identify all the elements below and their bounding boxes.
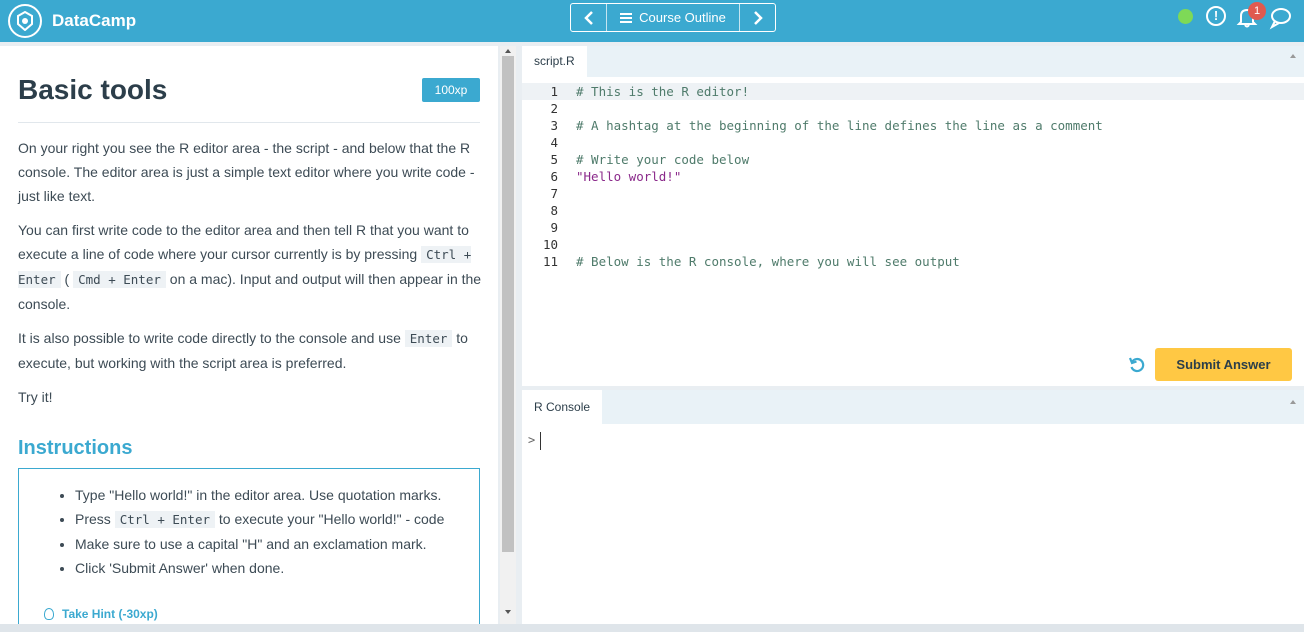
bottom-strip [0,624,1304,632]
info-icon[interactable]: ! [1206,6,1226,26]
instruction-item: Press Ctrl + Enter to execute your "Hell… [75,507,444,532]
line-number: 7 [550,186,558,201]
editor-collapse-icon[interactable] [1290,54,1296,58]
line-text: # This is the R editor! [576,84,750,99]
course-outline-label: Course Outline [639,10,726,25]
status-dot [1178,9,1193,24]
description-paragraph: You can first write code to the editor a… [18,222,482,312]
tab-script-r[interactable]: script.R [522,46,587,77]
line-number: 10 [542,237,558,252]
line-number: 5 [550,152,558,167]
top-bar: DataCamp Course Outline ! 1 [0,0,1304,42]
datacamp-logo-icon [8,4,42,38]
tab-r-console[interactable]: R Console [522,390,603,424]
course-nav: Course Outline [570,3,776,32]
course-outline-button[interactable]: Course Outline [607,4,739,31]
chat-icon[interactable] [1268,6,1292,30]
notification-badge: 1 [1248,2,1266,20]
scroll-thumb[interactable] [502,56,514,552]
code-line[interactable]: 2 [522,100,1304,117]
r-console: R Console > [522,390,1304,624]
instruction-item: Make sure to use a capital "H" and an ex… [75,532,444,556]
next-exercise-button[interactable] [739,4,775,31]
editor-tab-bar: script.R [522,46,1304,77]
exercise-description: On your right you see the R editor area … [18,136,484,419]
line-text [560,134,576,151]
menu-icon [620,12,633,23]
line-text: # A hashtag at the beginning of the line… [576,118,1103,133]
code-area[interactable]: 1 # This is the R editor! 2 3 # A hashtag at… [522,83,1304,270]
submit-answer-button[interactable]: Submit Answer [1155,348,1292,381]
inline-code: Cmd + Enter [73,271,166,288]
line-number: 11 [542,254,558,269]
script-editor: script.R 1 # This is the R editor! 2 3 # A h… [522,46,1304,386]
description-paragraph: Try it! [18,389,53,405]
description-paragraph: On your right you see the R editor area … [18,140,475,204]
divider [18,122,480,123]
prev-exercise-button[interactable] [571,4,607,31]
brand-name: DataCamp [52,11,137,30]
code-line[interactable]: 9 [522,219,1304,236]
exercise-title: Basic tools [18,74,168,105]
console-prompt: > [528,433,536,447]
brand[interactable]: DataCamp [8,4,136,38]
code-line[interactable]: 4 [522,134,1304,151]
console-tab-bar: R Console [522,390,1304,424]
code-line[interactable]: 8 [522,202,1304,219]
instruction-item: Click 'Submit Answer' when done. [75,556,444,580]
line-text [560,100,576,117]
scroll-down-arrow-icon[interactable] [505,610,511,614]
left-panel-scrollbar[interactable] [500,46,516,624]
line-text [560,236,576,253]
lightbulb-icon [44,608,54,620]
instructions-box: Type "Hello world!" in the editor area. … [18,468,480,624]
console-collapse-icon[interactable] [1290,400,1296,404]
code-line[interactable]: 5 # Write your code below [522,151,1304,168]
line-text: # Write your code below [576,152,750,167]
line-text: "Hello world!" [576,169,682,184]
line-number: 3 [550,118,558,133]
scroll-up-arrow-icon[interactable] [505,49,511,53]
xp-badge: 100xp [422,78,480,102]
code-line[interactable]: 6 "Hello world!" [522,168,1304,185]
description-paragraph: It is also possible to write code direct… [18,330,468,371]
instructions-title: Instructions [18,437,133,459]
hint-label: Take Hint (-30xp) [62,607,158,621]
console-cursor[interactable] [540,432,541,450]
code-line[interactable]: 11 # Below is the R console, where you wi… [522,253,1304,270]
chevron-right-icon [753,10,763,25]
line-number: 1 [550,84,558,99]
code-line[interactable]: 10 [522,236,1304,253]
line-text [560,185,576,202]
line-number: 4 [550,135,558,150]
line-text: # Below is the R console, where you will… [576,254,960,269]
code-line[interactable]: 3 # A hashtag at the beginning of the lin… [522,117,1304,134]
instruction-item: Type "Hello world!" in the editor area. … [75,483,444,507]
take-hint-link[interactable]: Take Hint (-30xp) [44,607,158,621]
chevron-left-icon [583,10,593,25]
line-number: 8 [550,203,558,218]
line-number: 9 [550,220,558,235]
line-text [560,219,576,236]
code-line[interactable]: 7 [522,185,1304,202]
line-number: 6 [550,169,558,184]
line-text [560,202,576,219]
inline-code: Ctrl + Enter [114,511,215,528]
code-line[interactable]: 1 # This is the R editor! [522,83,1304,100]
inline-code: Enter [404,330,453,347]
line-number: 2 [550,101,558,116]
exercise-panel: Basic tools 100xp On your right you see … [0,46,498,624]
reset-icon[interactable] [1128,356,1146,374]
